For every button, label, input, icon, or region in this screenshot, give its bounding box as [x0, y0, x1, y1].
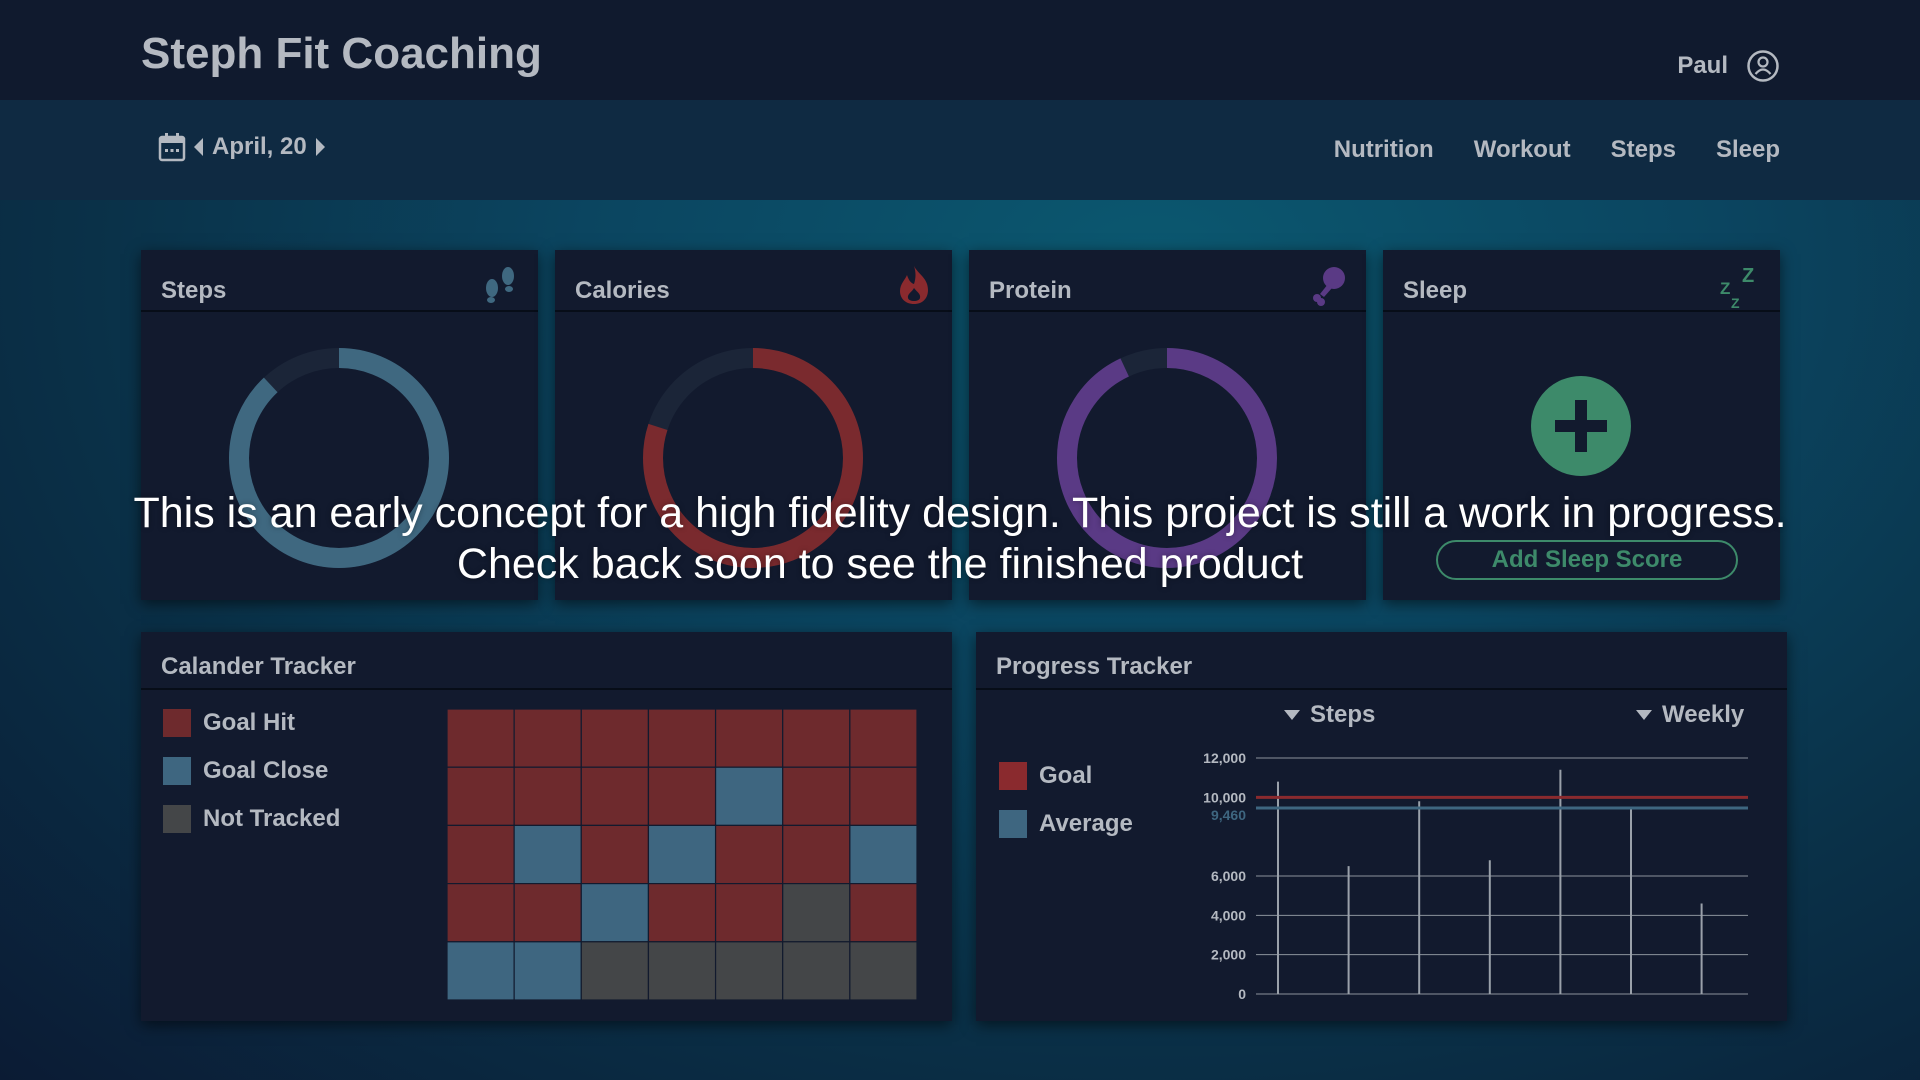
calendar-day-cell[interactable]	[580, 941, 650, 1000]
legend-goal-close: Goal Close	[163, 757, 328, 785]
main-nav: Nutrition Workout Steps Sleep	[1334, 136, 1780, 164]
overlay-line-2: Check back soon to see the finished prod…	[456, 540, 1304, 588]
legend-goal: Goal	[999, 762, 1092, 790]
calendar-day-cell[interactable]	[647, 709, 717, 768]
nav-sleep[interactable]: Sleep	[1716, 136, 1780, 164]
metric-dropdown[interactable]: Steps	[1284, 701, 1375, 729]
calendar-day-cell[interactable]	[580, 766, 650, 827]
legend-swatch	[163, 709, 191, 737]
calendar-day-cell[interactable]	[447, 941, 515, 1000]
calendar-day-cell[interactable]	[849, 766, 917, 827]
calendar-day-cell[interactable]	[849, 824, 917, 885]
calendar-day-cell[interactable]	[447, 824, 515, 885]
calendar-day-cell[interactable]	[580, 883, 650, 943]
calendar-day-cell[interactable]	[714, 941, 784, 1000]
card-title: Protein	[989, 277, 1072, 304]
calendar-day-cell[interactable]	[513, 941, 582, 1000]
calendar-day-cell[interactable]	[513, 709, 582, 768]
calendar-day-cell[interactable]	[580, 709, 650, 768]
period-dropdown[interactable]: Weekly	[1636, 701, 1744, 729]
y-tick-label: 12,000	[1203, 750, 1246, 766]
calendar-day-cell[interactable]	[714, 824, 784, 885]
card-title: Calories	[575, 277, 670, 304]
legend-swatch	[163, 757, 191, 785]
user-name[interactable]: Paul	[1677, 52, 1728, 80]
y-tick-label: 6,000	[1211, 868, 1246, 884]
add-sleep-plus-button[interactable]	[1531, 376, 1631, 476]
progress-tracker-card: Progress Tracker Steps Weekly Goal Avera…	[976, 632, 1787, 1021]
calendar-day-cell[interactable]	[447, 709, 515, 768]
legend-goal-hit: Goal Hit	[163, 709, 295, 737]
y-tick-label: 4,000	[1211, 907, 1246, 923]
calendar-day-cell[interactable]	[647, 883, 717, 943]
calendar-day-cell[interactable]	[647, 766, 717, 827]
y-tick-label: 10,000	[1203, 789, 1246, 805]
flame-icon	[900, 266, 928, 304]
nav-workout[interactable]: Workout	[1474, 136, 1571, 164]
calendar-day-cell[interactable]	[513, 883, 582, 943]
calendar-day-cell[interactable]	[782, 824, 851, 885]
calendar-day-cell[interactable]	[782, 941, 851, 1000]
card-title: Calander Tracker	[161, 653, 356, 680]
progress-chart: 0 2,000 4,000 6,000 10,000 12,000 9,460	[1203, 750, 1748, 1002]
footprints-icon	[486, 267, 514, 303]
calendar-day-cell[interactable]	[714, 709, 784, 768]
user-menu[interactable]: Paul	[1677, 49, 1780, 83]
svg-text:Z: Z	[1731, 295, 1740, 310]
svg-text:Z: Z	[1742, 265, 1754, 287]
calendar-day-cell[interactable]	[513, 766, 582, 827]
next-date-icon[interactable]	[315, 138, 325, 156]
calendar-day-cell[interactable]	[580, 824, 650, 885]
y-tick-label: 0	[1238, 986, 1246, 1002]
calendar-day-cell[interactable]	[647, 824, 717, 885]
calendar-icon[interactable]	[158, 132, 186, 162]
calendar-day-cell[interactable]	[782, 883, 851, 943]
plus-icon	[1555, 400, 1607, 452]
calendar-day-cell[interactable]	[782, 709, 851, 768]
card-title: Progress Tracker	[996, 653, 1193, 680]
calendar-day-cell[interactable]	[849, 883, 917, 943]
calendar-day-cell[interactable]	[782, 766, 851, 827]
drumstick-icon	[1313, 267, 1345, 306]
calendar-day-cell[interactable]	[714, 766, 784, 827]
nav-nutrition[interactable]: Nutrition	[1334, 136, 1434, 164]
prev-date-icon[interactable]	[194, 138, 204, 156]
current-date: April, 20	[212, 133, 307, 160]
y-tick-label: 2,000	[1211, 947, 1246, 963]
calendar-day-cell[interactable]	[849, 709, 917, 768]
legend-swatch	[163, 805, 191, 833]
overlay-line-1: This is an early concept for a high fide…	[133, 489, 1787, 537]
chevron-down-icon	[1636, 710, 1652, 720]
calendar-day-cell[interactable]	[447, 883, 515, 943]
zzz-icon: Z Z Z	[1720, 265, 1754, 310]
card-title: Sleep	[1403, 277, 1468, 304]
chevron-down-icon	[1284, 710, 1300, 720]
user-icon[interactable]	[1746, 49, 1780, 83]
svg-text:Z: Z	[1720, 279, 1730, 298]
date-navigator: April, 20	[158, 132, 325, 162]
calendar-grid	[447, 709, 917, 1000]
calendar-day-cell[interactable]	[513, 824, 582, 885]
card-title: Steps	[161, 277, 227, 304]
nav-steps[interactable]: Steps	[1611, 136, 1676, 164]
top-bar: Steph Fit Coaching Paul	[0, 0, 1920, 100]
calendar-day-cell[interactable]	[447, 766, 515, 827]
legend-swatch	[999, 810, 1027, 838]
legend-not-tracked: Not Tracked	[163, 805, 340, 833]
legend-swatch	[999, 762, 1027, 790]
calendar-tracker-card: Calander Tracker Goal Hit Goal Close Not…	[141, 632, 952, 1021]
calendar-day-cell[interactable]	[647, 941, 717, 1000]
calendar-day-cell[interactable]	[714, 883, 784, 943]
legend-average: Average	[999, 810, 1133, 838]
calendar-day-cell[interactable]	[849, 941, 917, 1000]
concept-overlay-message: This is an early concept for a high fide…	[0, 488, 1920, 590]
average-value-label: 9,460	[1211, 807, 1246, 823]
brand-title[interactable]: Steph Fit Coaching	[141, 29, 542, 79]
